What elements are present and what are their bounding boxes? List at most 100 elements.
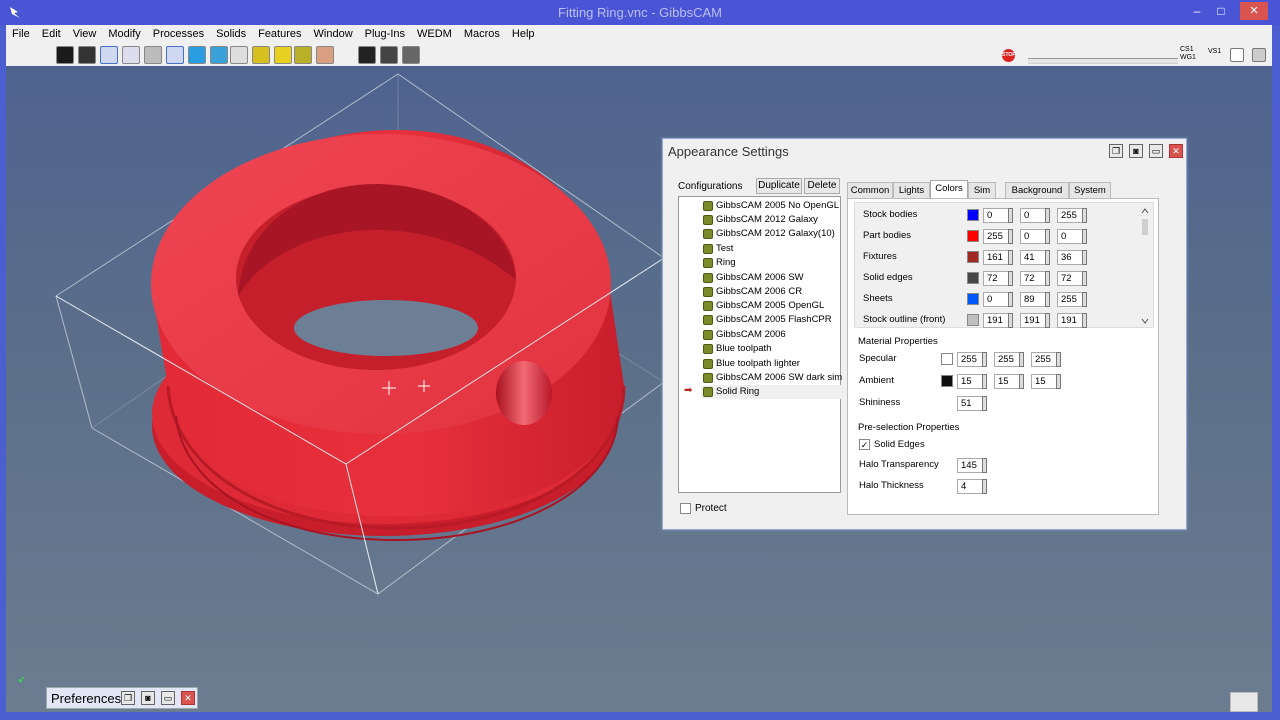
- pref-pin-button[interactable]: ◙: [141, 691, 155, 705]
- spinner[interactable]: [1082, 313, 1087, 328]
- solid-edges-row[interactable]: ✓ Solid Edges: [859, 436, 1069, 454]
- menu-window[interactable]: Window: [308, 25, 359, 44]
- list-item[interactable]: GibbsCAM 2012 Galaxy: [701, 213, 818, 227]
- list-item[interactable]: GibbsCAM 2006 SW dark sim: [701, 371, 842, 385]
- spinner[interactable]: [1019, 374, 1024, 389]
- menu-features[interactable]: Features: [252, 25, 307, 44]
- spinner[interactable]: [1008, 250, 1013, 265]
- orange-solid-icon[interactable]: [316, 46, 334, 64]
- menu-modify[interactable]: Modify: [102, 25, 146, 44]
- menu-plug-ins[interactable]: Plug-Ins: [359, 25, 411, 44]
- solid-edges-checkbox[interactable]: ✓ Solid Edges: [859, 439, 925, 450]
- list-item[interactable]: Blue toolpath: [701, 342, 771, 356]
- spinner[interactable]: [1045, 292, 1050, 307]
- list-item[interactable]: GibbsCAM 2006 CR: [701, 285, 802, 299]
- menu-edit[interactable]: Edit: [36, 25, 67, 44]
- tab-sim[interactable]: Sim: [968, 182, 996, 198]
- spinner[interactable]: [1082, 250, 1087, 265]
- spinner[interactable]: [982, 396, 987, 411]
- configurations-list[interactable]: GibbsCAM 2005 No OpenGL GibbsCAM 2012 Ga…: [678, 196, 842, 493]
- color-swatch[interactable]: [967, 314, 979, 326]
- spinner[interactable]: [982, 374, 987, 389]
- spinner[interactable]: [1082, 229, 1087, 244]
- menu-wedm[interactable]: WEDM: [411, 25, 458, 44]
- list-item[interactable]: GibbsCAM 2006: [701, 328, 786, 342]
- list-item[interactable]: GibbsCAM 2012 Galaxy(10): [701, 227, 835, 241]
- dialog-close-button[interactable]: ✕: [1169, 144, 1183, 158]
- move-icon[interactable]: [402, 46, 420, 64]
- list-item[interactable]: GibbsCAM 2005 No OpenGL: [701, 199, 839, 213]
- spinner[interactable]: [1082, 292, 1087, 307]
- menu-processes[interactable]: Processes: [147, 25, 210, 44]
- spinner[interactable]: [1056, 352, 1061, 367]
- color-swatch[interactable]: [967, 293, 979, 305]
- list-item[interactable]: Blue toolpath lighter: [701, 357, 800, 371]
- menu-help[interactable]: Help: [506, 25, 541, 44]
- wireframe-cube-icon[interactable]: [122, 46, 140, 64]
- tab-system[interactable]: System: [1069, 182, 1111, 198]
- spinner[interactable]: [1045, 229, 1050, 244]
- pref-restore-button[interactable]: ❐: [121, 691, 135, 705]
- shield-view-icon[interactable]: [100, 46, 118, 64]
- spinner[interactable]: [1008, 313, 1013, 328]
- list-item[interactable]: GibbsCAM 2005 OpenGL: [701, 299, 824, 313]
- list-item-selected[interactable]: Solid Ring: [701, 385, 841, 399]
- delete-button[interactable]: Delete: [804, 178, 840, 194]
- maximize-button[interactable]: □: [1212, 2, 1230, 20]
- spinner[interactable]: [1008, 229, 1013, 244]
- olive-solid-icon[interactable]: [294, 46, 312, 64]
- spinner[interactable]: [1019, 352, 1024, 367]
- specular-swatch[interactable]: [941, 353, 953, 365]
- list-item[interactable]: Test: [701, 242, 733, 256]
- close-button[interactable]: ×: [1240, 2, 1268, 20]
- color-swatch[interactable]: [967, 272, 979, 284]
- menu-file[interactable]: File: [6, 25, 36, 44]
- spinner[interactable]: [1056, 374, 1061, 389]
- protect-checkbox[interactable]: Protect: [680, 503, 727, 514]
- cyan-view-icon[interactable]: [210, 46, 228, 64]
- stop-icon[interactable]: STOP: [1002, 49, 1016, 62]
- preferences-window[interactable]: Preferences ❐ ◙ ▭ ✕: [46, 687, 198, 709]
- tab-lights[interactable]: Lights: [893, 182, 930, 198]
- color-list-scrollbar[interactable]: [1140, 207, 1150, 325]
- frame-icon[interactable]: [380, 46, 398, 64]
- ambient-swatch[interactable]: [941, 375, 953, 387]
- spinner[interactable]: [1008, 271, 1013, 286]
- spinner[interactable]: [982, 458, 987, 473]
- spinner[interactable]: [1082, 271, 1087, 286]
- check-icon[interactable]: ✓: [859, 439, 870, 450]
- list-item[interactable]: Ring: [701, 256, 736, 270]
- spinner[interactable]: [1045, 313, 1050, 328]
- blue-view-icon[interactable]: [188, 46, 206, 64]
- menu-view[interactable]: View: [67, 25, 103, 44]
- trash-icon[interactable]: [1230, 692, 1258, 712]
- spinner[interactable]: [1045, 250, 1050, 265]
- spinner[interactable]: [1008, 208, 1013, 223]
- color-swatch[interactable]: [967, 230, 979, 242]
- yellow-cube-icon[interactable]: [274, 46, 292, 64]
- minimize-button[interactable]: –: [1188, 2, 1206, 20]
- spinner[interactable]: [982, 352, 987, 367]
- spinner[interactable]: [1082, 208, 1087, 223]
- menu-solids[interactable]: Solids: [210, 25, 252, 44]
- list-item[interactable]: GibbsCAM 2006 SW: [701, 271, 804, 285]
- list-item[interactable]: GibbsCAM 2005 FlashCPR: [701, 313, 832, 327]
- duplicate-button[interactable]: Duplicate: [756, 178, 802, 194]
- spinner[interactable]: [1008, 292, 1013, 307]
- tab-common[interactable]: Common: [847, 182, 893, 198]
- spinner[interactable]: [1045, 208, 1050, 223]
- select-box-icon[interactable]: [166, 46, 184, 64]
- protect-check-icon[interactable]: [680, 503, 691, 514]
- text-display-icon[interactable]: [78, 46, 96, 64]
- spinner[interactable]: [1045, 271, 1050, 286]
- pref-close-button[interactable]: ✕: [181, 691, 195, 705]
- windows-icon[interactable]: [1252, 48, 1266, 62]
- dialog-minimize-button[interactable]: ▭: [1149, 144, 1163, 158]
- pref-minimize-button[interactable]: ▭: [161, 691, 175, 705]
- dialog-pin-button[interactable]: ◙: [1129, 144, 1143, 158]
- spinner[interactable]: [982, 479, 987, 494]
- menu-macros[interactable]: Macros: [458, 25, 506, 44]
- black-display-icon[interactable]: [56, 46, 74, 64]
- arrows-icon[interactable]: [358, 46, 376, 64]
- color-swatch[interactable]: [967, 209, 979, 221]
